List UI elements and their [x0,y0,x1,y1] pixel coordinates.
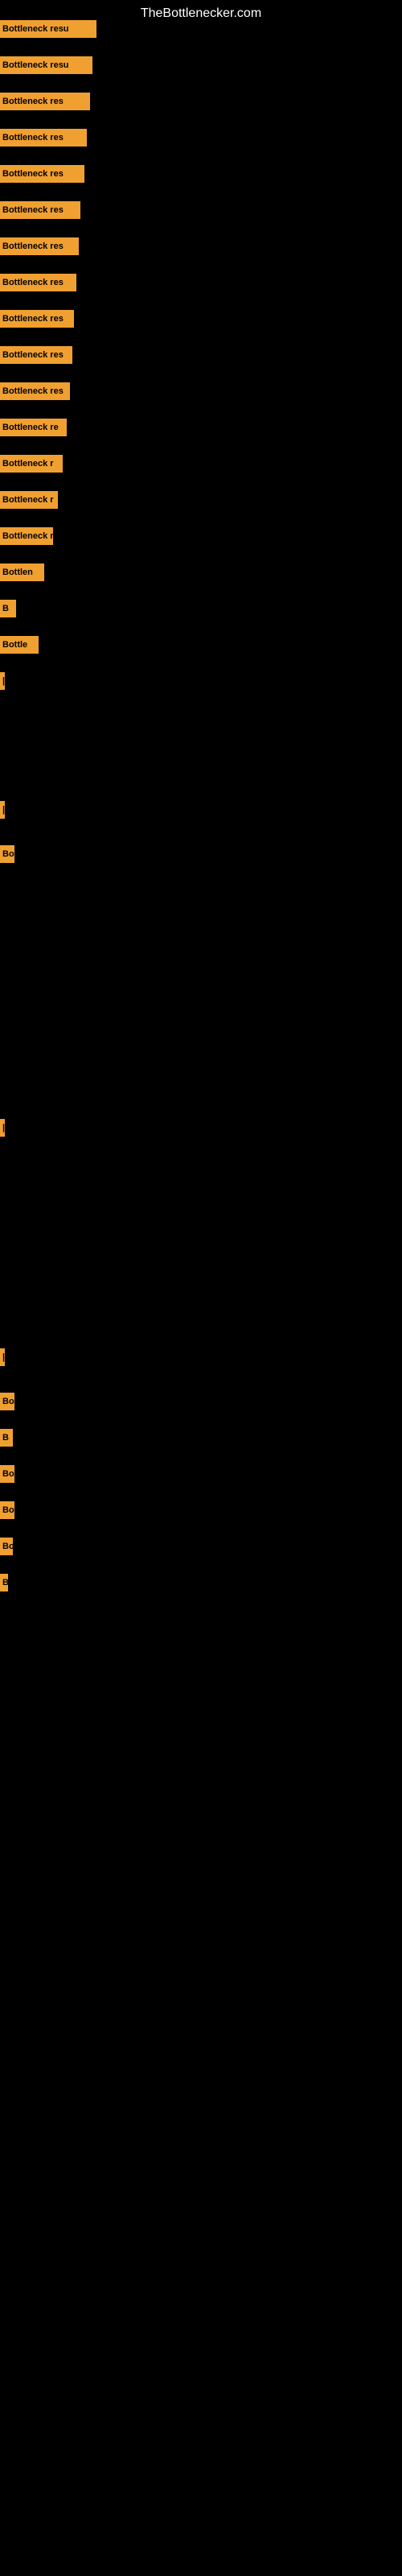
bottleneck-bar: Bottleneck resu [0,20,96,38]
bottleneck-bar: B [0,1574,8,1591]
bottleneck-bar: | [0,1348,5,1366]
bottleneck-bar: B [0,1429,13,1447]
bottleneck-bar: Bottleneck res [0,237,79,255]
bottleneck-bar: | [0,1119,5,1137]
bottleneck-bar: Bottleneck res [0,93,90,110]
bottleneck-bar: Bott [0,1538,13,1555]
bottleneck-bar: B [0,600,16,617]
bottleneck-bar: | [0,801,5,819]
bottleneck-bar: Bo [0,1393,14,1410]
bottleneck-bar: Bottleneck res [0,310,74,328]
bottleneck-bar: Bottleneck res [0,274,76,291]
bottleneck-bar: Bottleneck r [0,455,63,473]
bottleneck-bar: Bottleneck re [0,419,67,436]
bottleneck-bar: Bo [0,1501,14,1519]
bottleneck-bar: Bottleneck res [0,165,84,183]
bottleneck-bar: Bo [0,845,14,863]
bottleneck-bar: Bottlen [0,564,44,581]
bottleneck-bar: Bottleneck r [0,491,58,509]
bottleneck-bar: Bottleneck r [0,527,53,545]
bottleneck-bar: Bottleneck res [0,129,87,147]
bottleneck-bar: Bo [0,1465,14,1483]
bottleneck-bar: Bottleneck res [0,201,80,219]
bottleneck-bar: Bottleneck res [0,346,72,364]
bottleneck-bar: Bottle [0,636,39,654]
bottleneck-bar: Bottleneck resu [0,56,92,74]
bottleneck-bar: Bottleneck res [0,382,70,400]
bottleneck-bar: | [0,672,5,690]
